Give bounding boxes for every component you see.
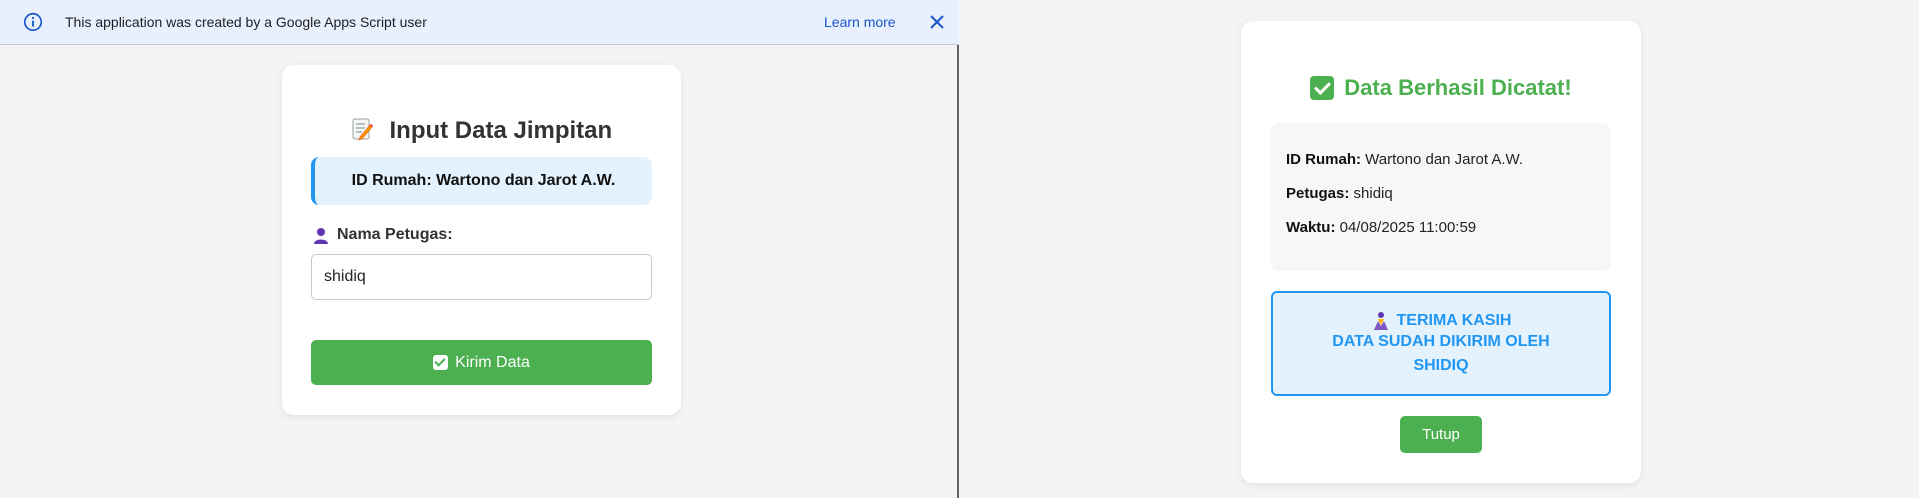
detail-waktu-value: 04/08/2025 11:00:59 bbox=[1339, 219, 1477, 236]
check-icon bbox=[1310, 76, 1335, 100]
input-form-card: Input Data Jimpitan ID Rumah: Wartono da… bbox=[282, 65, 681, 415]
form-title-row: Input Data Jimpitan bbox=[282, 117, 681, 145]
thanks-box: TERIMA KASIH DATA SUDAH DIKIRIM OLEH SHI… bbox=[1271, 291, 1611, 396]
detail-petugas-value: shidiq bbox=[1353, 185, 1393, 202]
praying-hands-icon bbox=[1373, 312, 1388, 330]
check-icon bbox=[433, 355, 449, 370]
detail-id-rumah: ID Rumah: Wartono dan Jarot A.W. bbox=[1286, 151, 1523, 168]
form-window: This application was created by a Google… bbox=[0, 0, 959, 498]
id-rumah-box: ID Rumah: Wartono dan Jarot A.W. bbox=[311, 157, 652, 205]
thanks-line-2: DATA SUDAH DIKIRIM OLEH bbox=[1332, 333, 1550, 350]
learn-more-link[interactable]: Learn more bbox=[824, 14, 896, 30]
thanks-line-1-text: TERIMA KASIH bbox=[1396, 312, 1512, 329]
detail-petugas: Petugas: shidiq bbox=[1286, 185, 1393, 202]
success-title: Data Berhasil Dicatat! bbox=[1344, 75, 1572, 100]
detail-petugas-label: Petugas: bbox=[1286, 185, 1350, 202]
close-icon[interactable] bbox=[927, 12, 947, 32]
submit-button-label: Kirim Data bbox=[455, 353, 530, 371]
petugas-label-text: Nama Petugas: bbox=[337, 226, 453, 243]
detail-waktu: Waktu: 04/08/2025 11:00:59 bbox=[1286, 219, 1476, 236]
form-title: Input Data Jimpitan bbox=[389, 117, 613, 144]
person-icon bbox=[314, 227, 328, 244]
memo-icon bbox=[352, 118, 373, 141]
details-box: ID Rumah: Wartono dan Jarot A.W. Petugas… bbox=[1271, 123, 1611, 271]
thanks-line-1: TERIMA KASIH bbox=[1273, 311, 1609, 331]
submit-button[interactable]: Kirim Data bbox=[311, 340, 652, 385]
info-icon bbox=[23, 12, 43, 32]
detail-waktu-label: Waktu: bbox=[1286, 219, 1336, 236]
petugas-label: Nama Petugas: bbox=[313, 226, 453, 244]
apps-script-banner: This application was created by a Google… bbox=[0, 0, 959, 45]
thanks-name: SHIDIQ bbox=[1413, 357, 1469, 374]
detail-id-rumah-label: ID Rumah: bbox=[1286, 151, 1361, 168]
result-card: Data Berhasil Dicatat! ID Rumah: Wartono… bbox=[1241, 21, 1641, 483]
banner-message: This application was created by a Google… bbox=[65, 14, 427, 30]
close-button[interactable]: Tutup bbox=[1400, 416, 1482, 453]
success-title-row: Data Berhasil Dicatat! bbox=[1241, 75, 1641, 101]
petugas-name-input[interactable] bbox=[311, 254, 652, 300]
detail-id-rumah-value: Wartono dan Jarot A.W. bbox=[1365, 151, 1524, 168]
